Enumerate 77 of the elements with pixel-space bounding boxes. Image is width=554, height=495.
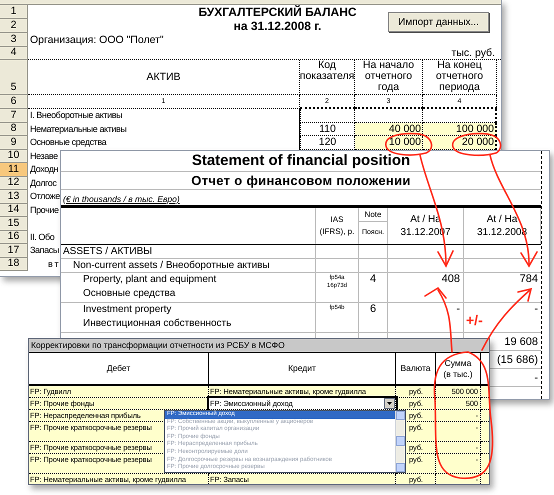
row-label: Долгос xyxy=(30,178,56,188)
sheet-date: на 31.12.2008 г. xyxy=(234,19,322,33)
row-number: 1 xyxy=(0,5,28,19)
value-cell: 784 xyxy=(520,273,538,285)
circle-mark xyxy=(385,132,432,156)
currency-note: (€ in thousands / в тыс. Евро) xyxy=(63,193,180,205)
row-number: 12 xyxy=(0,176,28,190)
row-number: 17 xyxy=(0,244,28,258)
caret-icon xyxy=(387,402,392,405)
row-label: ASSETS / АКТИВЫ xyxy=(63,245,154,259)
value-cell: - xyxy=(534,303,538,315)
column-header: Кредит xyxy=(288,363,316,374)
row-number: 15 xyxy=(0,217,28,230)
row-label: Non-current assets / Внеоборотные активы xyxy=(73,259,271,273)
annotation-text: +/- xyxy=(466,312,483,328)
unit-label: тыс. руб. xyxy=(452,47,495,59)
row-number: 8 xyxy=(0,122,28,136)
row-label: II. Обо xyxy=(30,232,54,242)
scroll-up-button[interactable] xyxy=(396,411,405,420)
statement-subtitle: Отчет о финансовом положении xyxy=(191,172,411,188)
column-header: Код показателя xyxy=(300,60,355,95)
row-number: 10 xyxy=(0,150,28,163)
value-cell: (15 686) xyxy=(497,354,538,366)
row-number: 3 xyxy=(0,33,28,47)
column-header: Дебет xyxy=(106,363,130,374)
row-number: 11 xyxy=(0,163,28,176)
row-number: 18 xyxy=(0,258,28,271)
row-label: I. Внеоборотные активы xyxy=(30,110,122,120)
value-cell: - xyxy=(534,372,538,384)
value-cell: 19 608 xyxy=(504,336,538,348)
organization-label: Организация: ООО "Полет" xyxy=(29,34,164,47)
value-cell: - xyxy=(456,303,460,315)
table-title: Корректировки по трансформации отчетности из РСБУ в МСФО xyxy=(31,340,285,351)
import-button[interactable]: Импорт данных... xyxy=(388,12,489,32)
row-number: 4 xyxy=(0,47,28,60)
row-number: 9 xyxy=(0,136,28,150)
column-header: На конец отчетного периода xyxy=(423,60,497,95)
row-label: в т xyxy=(48,258,58,268)
row-number: 2 xyxy=(0,19,28,33)
table-cell: 10 000 xyxy=(355,136,423,150)
row-number: 6 xyxy=(0,95,28,109)
circle-mark xyxy=(452,132,502,156)
arrow xyxy=(424,286,453,353)
row-label: Прочие xyxy=(30,204,59,214)
row-label: Основные средства xyxy=(30,137,106,147)
scroll-thumb[interactable] xyxy=(396,436,405,446)
scroll-down-button[interactable] xyxy=(396,463,405,472)
table-cell: 20 000 xyxy=(423,136,497,150)
row-label: Отложе xyxy=(30,191,60,201)
row-label: Основные средства xyxy=(83,287,176,301)
value-cell: 408 xyxy=(442,273,460,285)
row-label: Доходн xyxy=(30,164,58,174)
scrollbar[interactable] xyxy=(395,411,405,472)
column-header: АКТИВ xyxy=(28,60,300,95)
column-header: На начало отчетного года xyxy=(355,60,423,95)
column-header: At / На xyxy=(486,213,518,226)
column-header: Сумма (в тыс.) xyxy=(442,358,474,380)
column-header: Валюта xyxy=(400,363,431,374)
row-label: Investment property xyxy=(83,303,172,317)
note-cell: 4 xyxy=(370,273,376,285)
row-label: Запасы xyxy=(30,245,59,255)
row-number: 7 xyxy=(0,109,28,122)
sheet-title: БУХГАЛТЕРСКИЙ БАЛАНС xyxy=(198,5,357,19)
column-header: IAS (IFRS), p. xyxy=(318,214,356,238)
row-number: 13 xyxy=(0,190,28,204)
column-header: Note xyxy=(364,208,382,220)
statement-title: Statement of financial position xyxy=(192,152,410,170)
row-label: Инвестиционная собственность xyxy=(83,317,232,331)
row-label: Незаве xyxy=(30,150,58,160)
table-cell xyxy=(355,109,423,122)
row-number: 5 xyxy=(0,60,28,95)
row-number: 16 xyxy=(0,230,28,244)
row-label: Нематериальные активы xyxy=(30,124,126,134)
row-number: 14 xyxy=(0,204,28,217)
row-label: Property, plant and equipment xyxy=(83,273,218,287)
note-cell: 6 xyxy=(370,303,376,315)
dropdown-button[interactable] xyxy=(384,398,395,409)
